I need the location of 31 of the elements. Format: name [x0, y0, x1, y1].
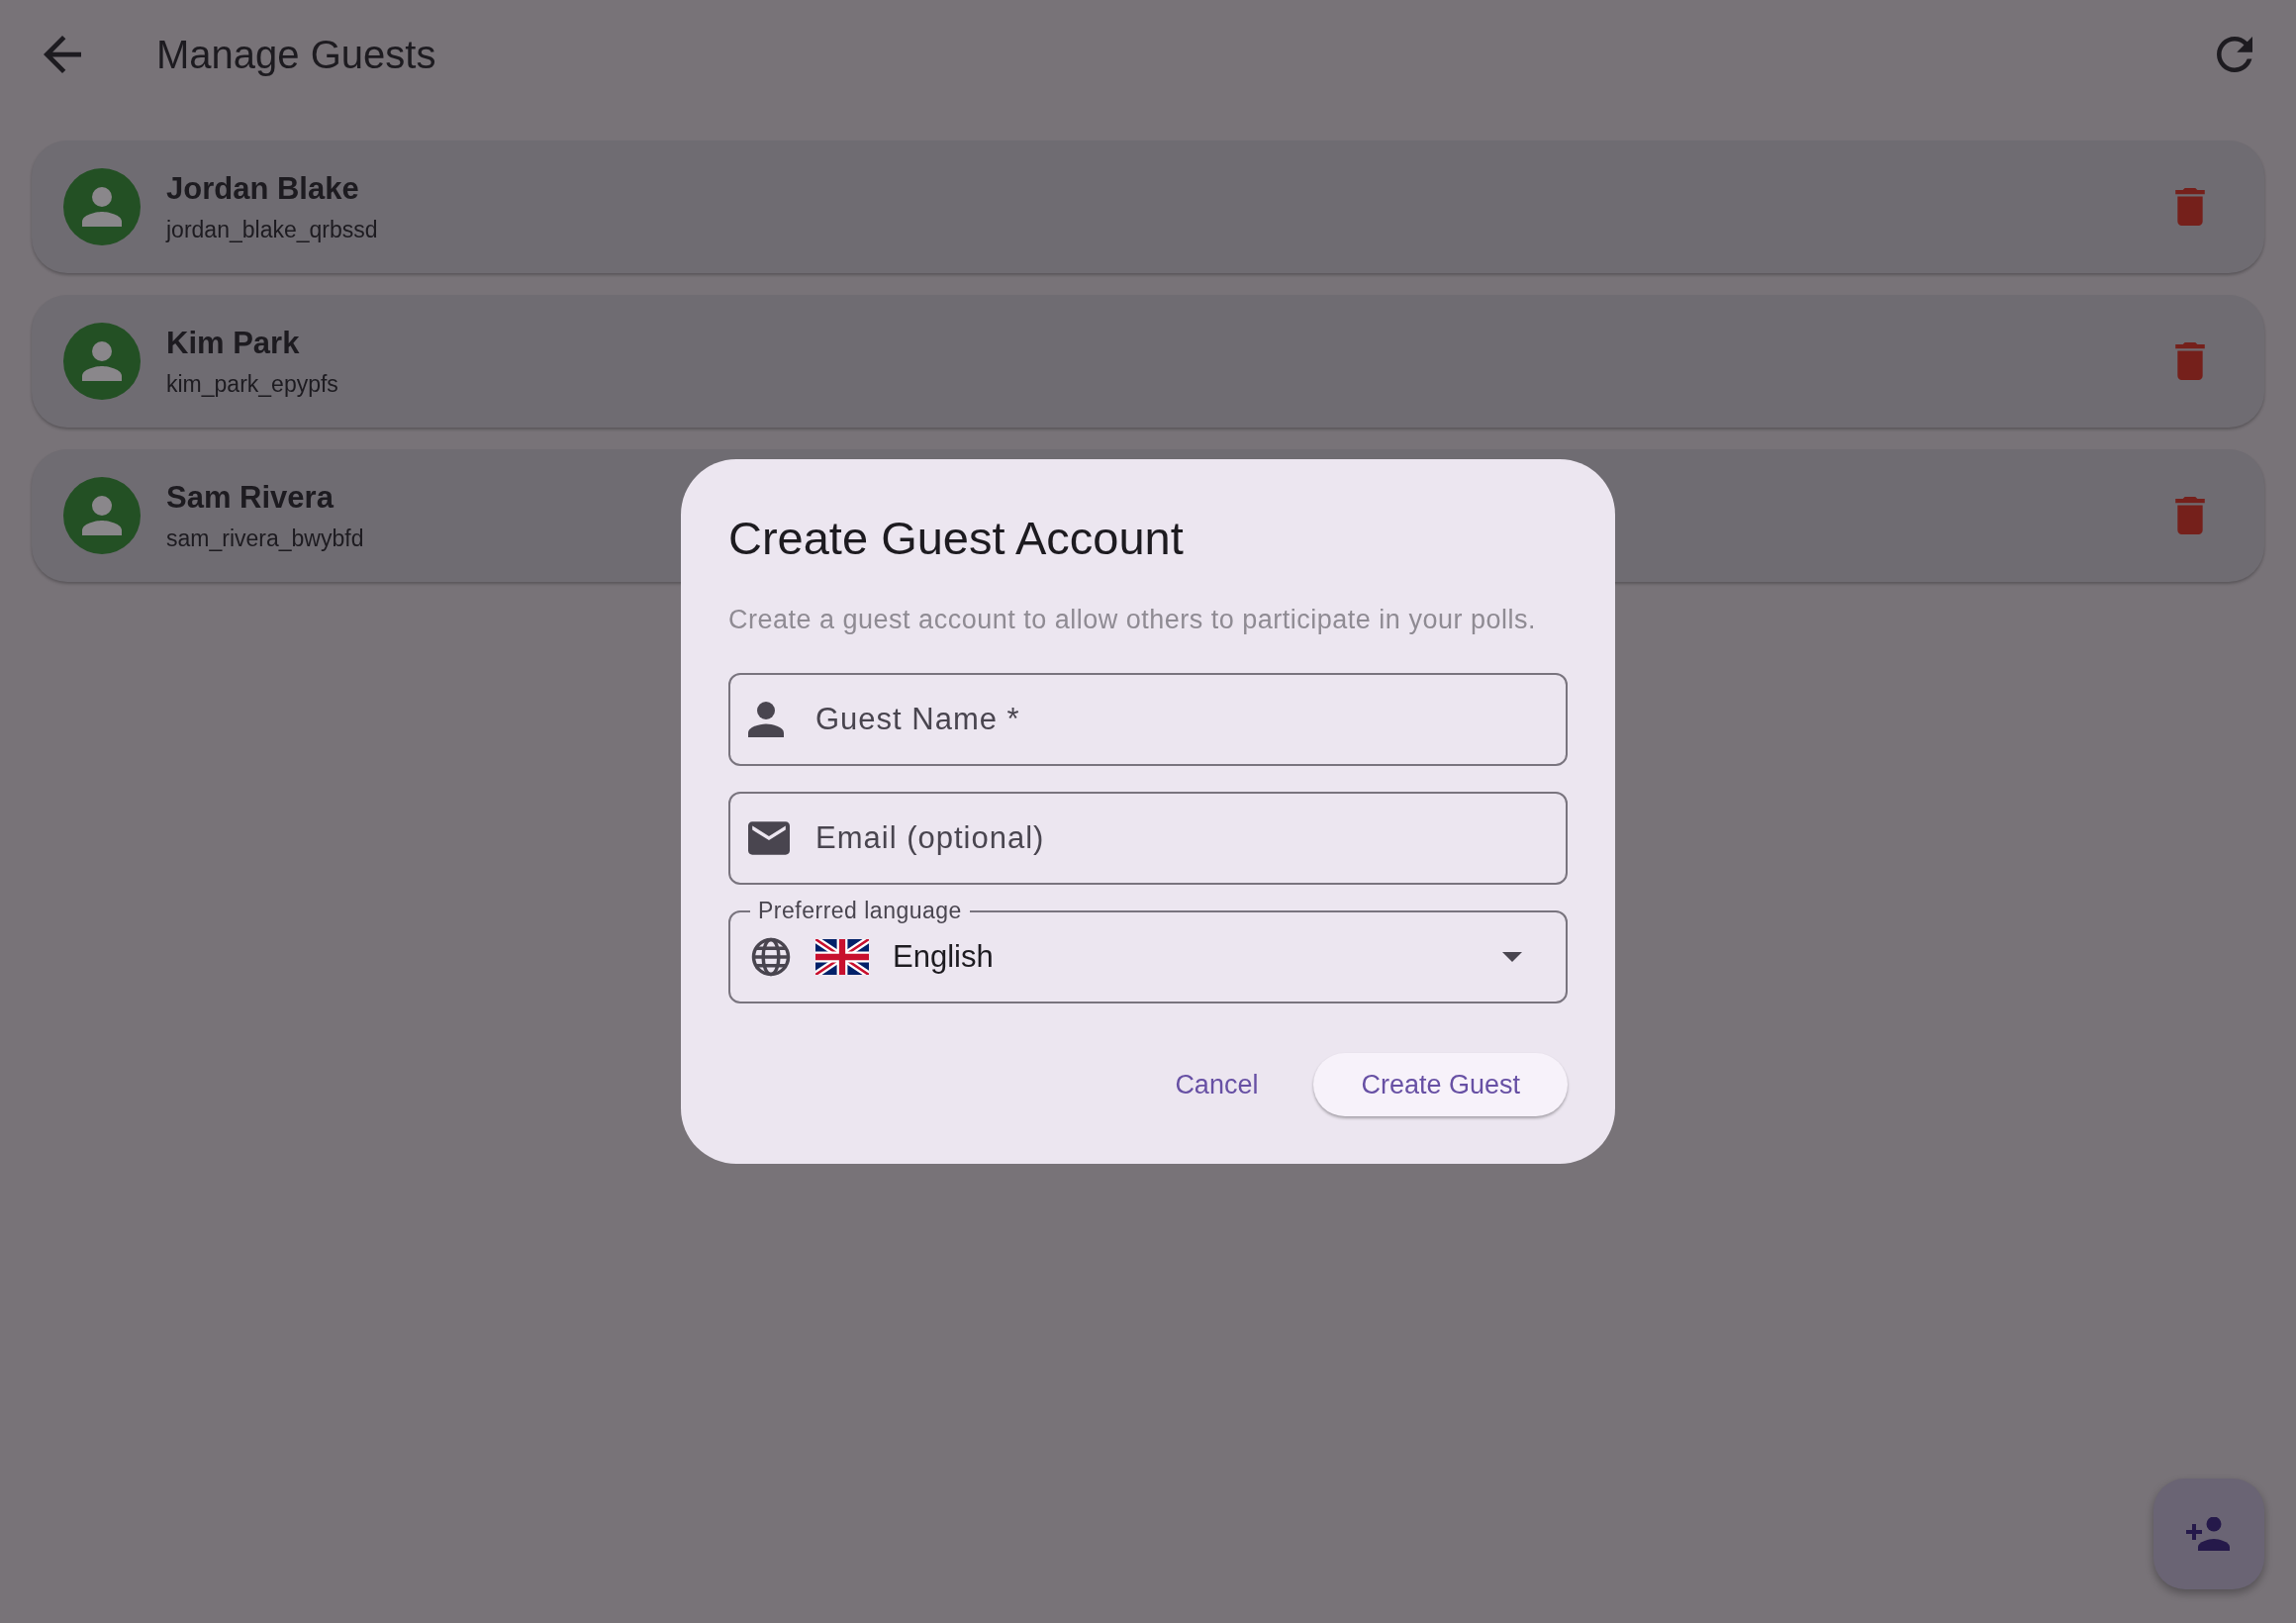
cancel-button[interactable]: Cancel	[1159, 1053, 1275, 1116]
create-guest-button[interactable]: Create Guest	[1313, 1053, 1568, 1116]
email-field[interactable]: Email (optional)	[728, 792, 1568, 885]
dialog-description: Create a guest account to allow others to participate in your polls.	[728, 605, 1537, 635]
guest-name: Kim Park	[166, 325, 300, 361]
guest-card[interactable]: Jordan Blake jordan_blake_qrbssd	[32, 141, 2264, 273]
page-title: Manage Guests	[156, 32, 437, 77]
guest-name: Sam Rivera	[166, 479, 334, 516]
guest-username: sam_rivera_bwybfd	[166, 525, 364, 552]
flag-icon	[815, 939, 869, 975]
caret-icon	[1502, 952, 1522, 962]
add-guest-button[interactable]	[2153, 1479, 2264, 1589]
guest-name: Jordan Blake	[166, 170, 359, 207]
person-icon	[82, 187, 122, 227]
guest-card[interactable]: Kim Park kim_park_epypfs	[32, 295, 2264, 428]
person-icon	[82, 341, 122, 381]
dialog-title: Create Guest Account	[728, 511, 1185, 565]
name-field[interactable]: Guest Name *	[728, 673, 1568, 766]
globe-icon	[750, 936, 792, 978]
person-icon	[82, 496, 122, 535]
trash-icon	[2175, 497, 2205, 534]
trash-icon	[2175, 342, 2205, 380]
add-person-icon	[2186, 1517, 2232, 1551]
back-arrow-icon	[44, 36, 81, 73]
trash-icon	[2175, 188, 2205, 226]
mail-icon	[748, 821, 790, 855]
person-icon	[748, 702, 784, 737]
guest-username: jordan_blake_qrbssd	[166, 216, 378, 243]
guest-username: kim_park_epypfs	[166, 370, 338, 398]
selected-language: English	[893, 939, 995, 975]
refresh-icon	[2217, 37, 2252, 72]
